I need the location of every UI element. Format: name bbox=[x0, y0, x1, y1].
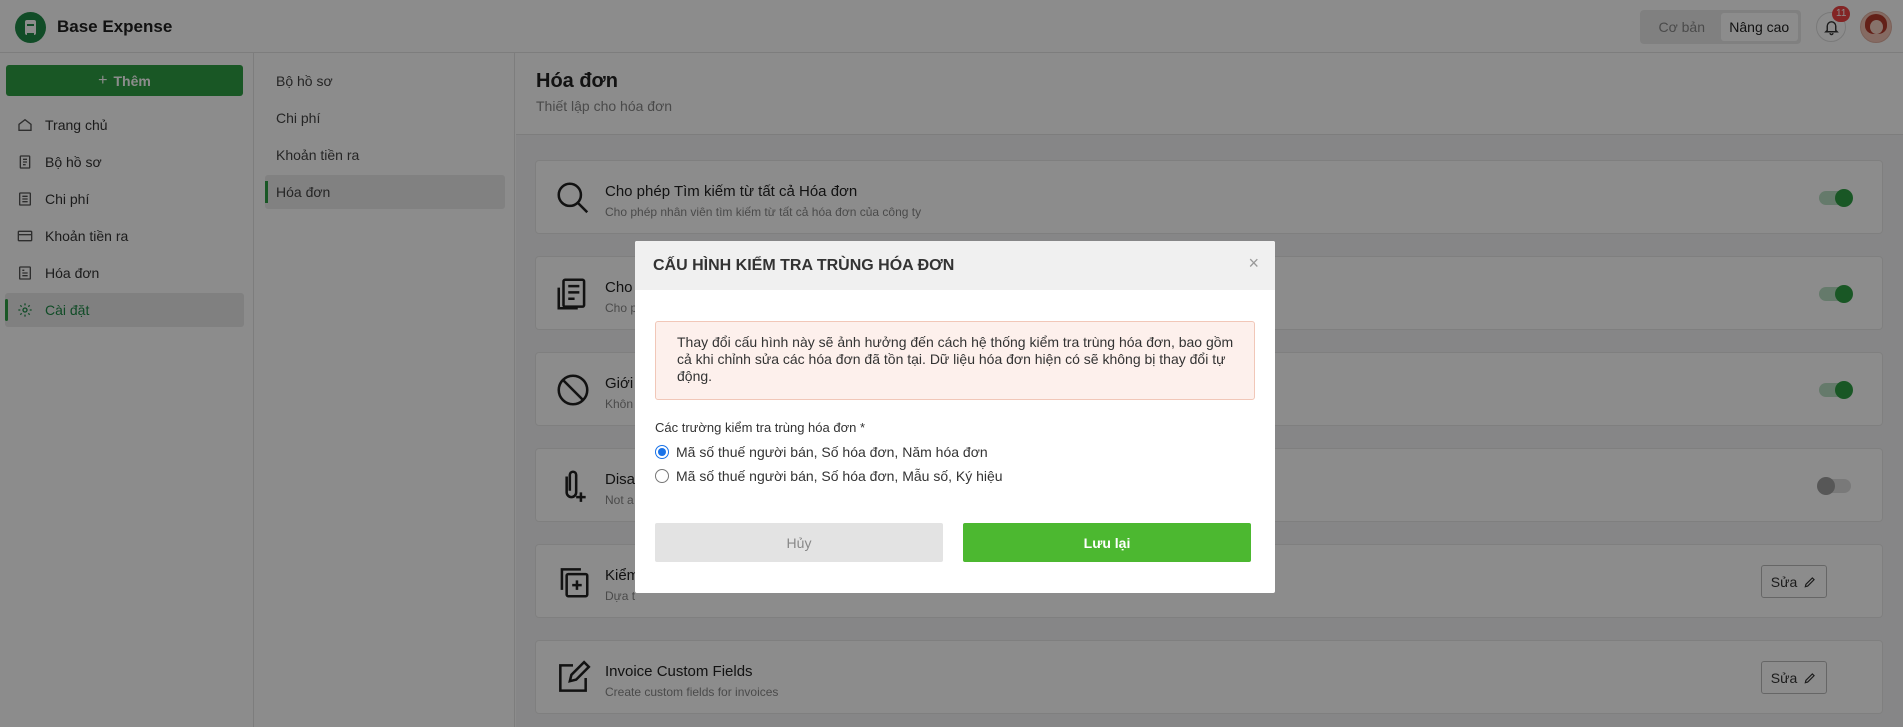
radio-label: Mã số thuế người bán, Số hóa đơn, Năm hó… bbox=[676, 444, 988, 460]
close-icon[interactable]: × bbox=[1248, 253, 1259, 274]
radio-label: Mã số thuế người bán, Số hóa đơn, Mẫu số… bbox=[676, 468, 1003, 484]
radio-button[interactable] bbox=[655, 469, 669, 483]
radio-option-1[interactable]: Mã số thuế người bán, Số hóa đơn, Năm hó… bbox=[655, 444, 988, 460]
modal-header: CẤU HÌNH KIỂM TRA TRÙNG HÓA ĐƠN × bbox=[635, 241, 1275, 290]
radio-button[interactable] bbox=[655, 445, 669, 459]
warning-alert: Thay đổi cấu hình này sẽ ảnh hưởng đến c… bbox=[655, 321, 1255, 400]
duplicate-check-modal: CẤU HÌNH KIỂM TRA TRÙNG HÓA ĐƠN × Thay đ… bbox=[635, 241, 1275, 593]
field-label: Các trường kiểm tra trùng hóa đơn * bbox=[655, 420, 866, 435]
modal-title: CẤU HÌNH KIỂM TRA TRÙNG HÓA ĐƠN bbox=[653, 257, 955, 274]
cancel-button[interactable]: Hủy bbox=[655, 523, 943, 562]
save-button[interactable]: Lưu lại bbox=[963, 523, 1251, 562]
radio-option-2[interactable]: Mã số thuế người bán, Số hóa đơn, Mẫu số… bbox=[655, 468, 1003, 484]
